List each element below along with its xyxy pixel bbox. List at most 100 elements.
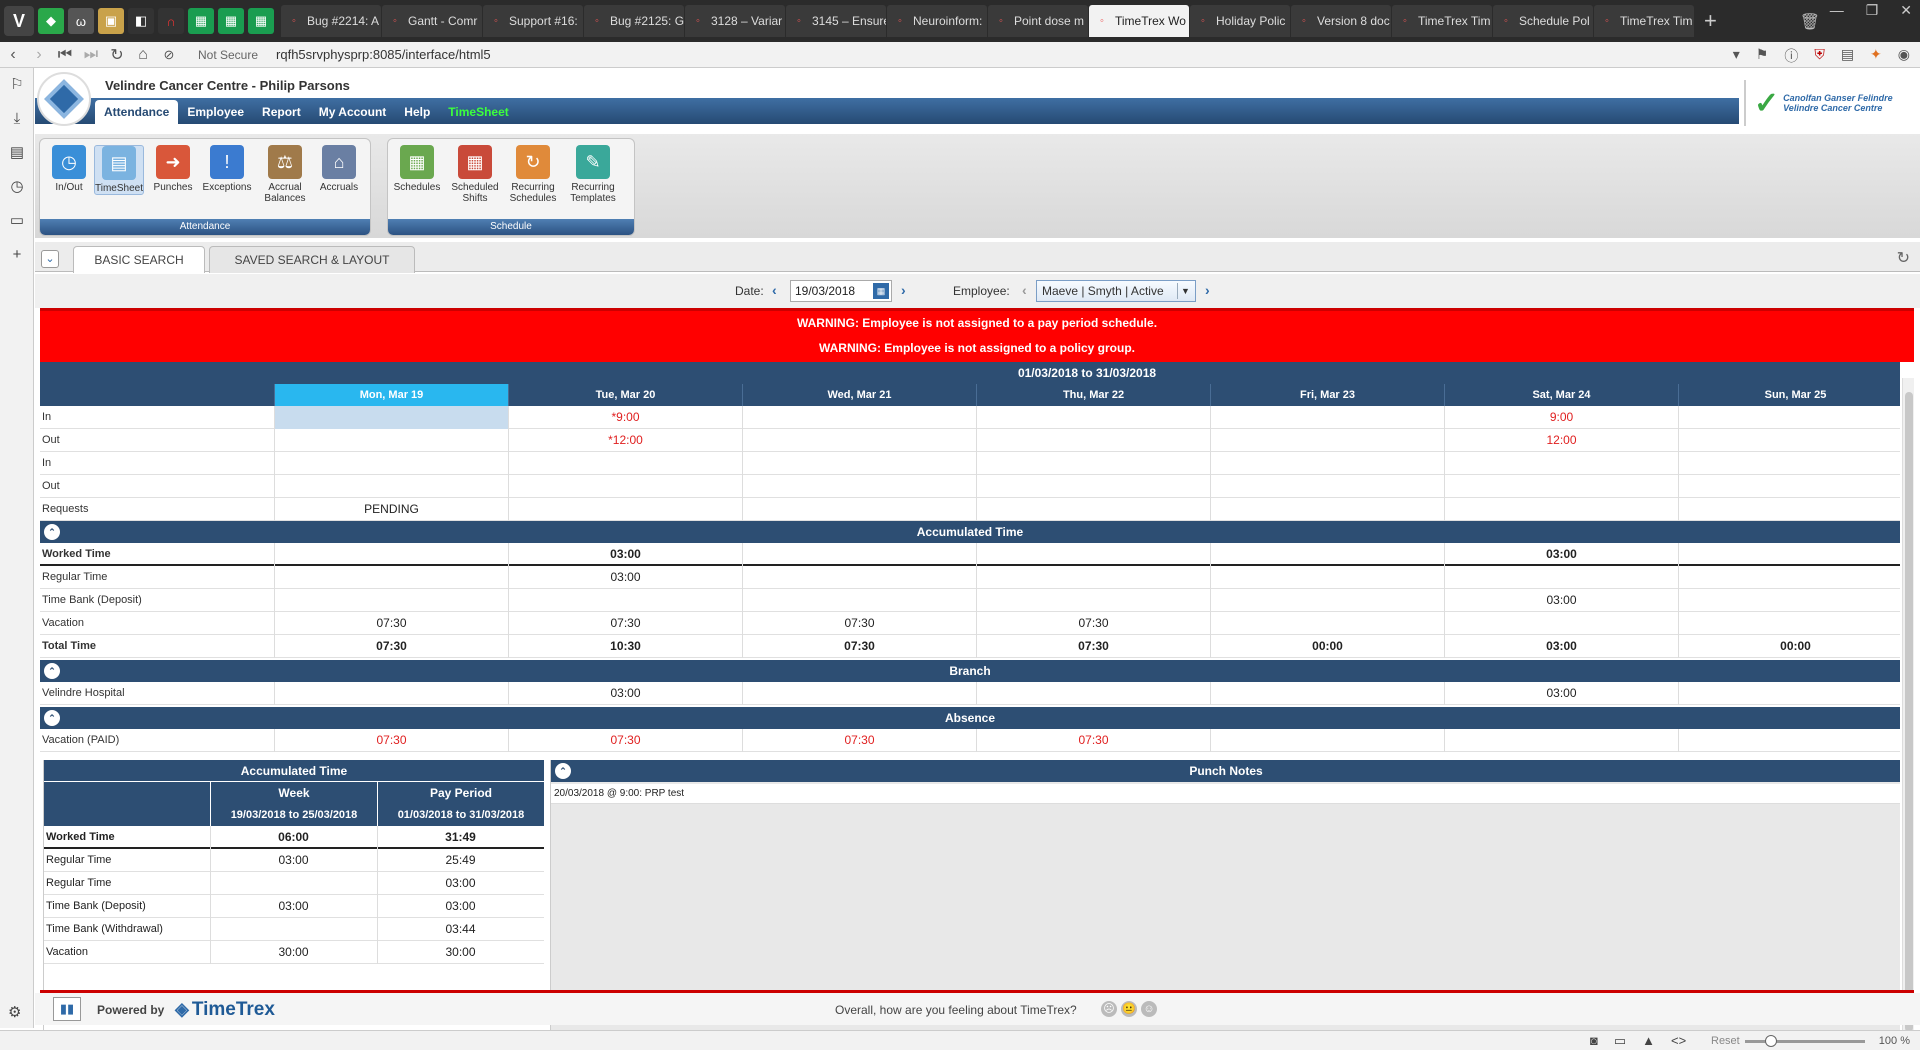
grid-cell[interactable]: [508, 498, 742, 521]
browser-tab[interactable]: ◦ 3128 – Variar: [685, 5, 785, 37]
fast-forward-icon[interactable]: ⏭: [78, 46, 104, 64]
menu-help[interactable]: Help: [395, 100, 439, 124]
zoom-slider-handle[interactable]: [1765, 1035, 1777, 1047]
grid-cell[interactable]: [274, 566, 508, 589]
grid-cell[interactable]: [274, 452, 508, 475]
rewind-icon[interactable]: ⏮: [52, 46, 78, 64]
browser-tab[interactable]: ◦ 3145 – Ensure: [786, 5, 886, 37]
day-column-header[interactable]: Tue, Mar 20: [508, 384, 742, 406]
home-icon[interactable]: ⌂: [130, 46, 156, 64]
pinned-tab-icon[interactable]: ▦: [188, 8, 214, 34]
grid-cell[interactable]: [1678, 429, 1900, 452]
grid-cell[interactable]: 03:00: [508, 543, 742, 566]
notes-panel-icon[interactable]: ▤: [0, 136, 34, 170]
grid-cell[interactable]: [1444, 452, 1678, 475]
grid-cell[interactable]: [1678, 682, 1900, 705]
punches-button[interactable]: ➜ Punches: [148, 145, 198, 193]
grid-cell[interactable]: [976, 452, 1210, 475]
grid-cell[interactable]: 03:00: [1444, 543, 1678, 566]
ublock-icon[interactable]: ⛨: [1814, 46, 1825, 66]
browser-tab[interactable]: ◦ Bug #2214: A: [281, 5, 381, 37]
grid-cell[interactable]: *12:00: [508, 429, 742, 452]
grid-cell[interactable]: [1678, 475, 1900, 498]
grid-cell[interactable]: [1678, 452, 1900, 475]
extension-icon[interactable]: ▤: [1841, 46, 1854, 66]
grid-cell[interactable]: *9:00: [508, 406, 742, 429]
pinned-tab-icon[interactable]: ◆: [38, 8, 64, 34]
grid-cell[interactable]: [1210, 612, 1444, 635]
grid-cell[interactable]: [976, 429, 1210, 452]
timetrex-logo[interactable]: [37, 72, 91, 126]
grid-cell[interactable]: [1444, 612, 1678, 635]
grid-cell[interactable]: 07:30: [742, 729, 976, 752]
grid-cell[interactable]: [976, 475, 1210, 498]
grid-cell[interactable]: 03:00: [508, 682, 742, 705]
history-panel-icon[interactable]: ◷: [0, 170, 34, 204]
day-column-header[interactable]: Sat, Mar 24: [1444, 384, 1678, 406]
pinned-tab-icon[interactable]: ▦: [218, 8, 244, 34]
menu-attendance[interactable]: Attendance: [95, 100, 179, 124]
code-icon[interactable]: <>: [1671, 1033, 1686, 1049]
grid-cell[interactable]: 10:30: [508, 635, 742, 658]
browser-tab[interactable]: ◦ Version 8 doc: [1291, 5, 1391, 37]
grid-cell[interactable]: [1444, 475, 1678, 498]
pinned-tab-icon[interactable]: ∩: [158, 8, 184, 34]
grid-cell[interactable]: 12:00: [1444, 429, 1678, 452]
grid-cell[interactable]: 07:30: [274, 612, 508, 635]
happy-face-icon[interactable]: ☺: [1141, 1001, 1157, 1017]
day-column-header[interactable]: Wed, Mar 21: [742, 384, 976, 406]
collapse-search-icon[interactable]: ⌄: [41, 250, 59, 268]
grid-cell[interactable]: [1678, 543, 1900, 566]
grid-cell[interactable]: [1678, 589, 1900, 612]
grid-cell[interactable]: [1210, 429, 1444, 452]
dropdown-arrow-icon[interactable]: ▾: [1733, 46, 1740, 66]
grid-cell[interactable]: [1678, 729, 1900, 752]
grid-cell[interactable]: 03:00: [1444, 682, 1678, 705]
trash-icon[interactable]: 🗑: [1800, 12, 1820, 32]
grid-cell[interactable]: [274, 429, 508, 452]
grid-cell[interactable]: 07:30: [742, 635, 976, 658]
grid-cell[interactable]: [742, 429, 976, 452]
tab-basic-search[interactable]: BASIC SEARCH: [73, 246, 205, 273]
calendar-icon[interactable]: ▦: [873, 283, 889, 299]
pinned-tab-icon[interactable]: ◧: [128, 8, 154, 34]
grid-cell[interactable]: [274, 589, 508, 612]
grid-cell[interactable]: [508, 475, 742, 498]
grid-cell[interactable]: [742, 406, 976, 429]
close-window-icon[interactable]: ✕: [1900, 2, 1912, 19]
grid-cell[interactable]: [1210, 566, 1444, 589]
grid-cell[interactable]: [1210, 475, 1444, 498]
minimize-icon[interactable]: —: [1830, 2, 1844, 19]
site-info-icon[interactable]: ⊘: [156, 47, 182, 63]
grid-cell[interactable]: [976, 682, 1210, 705]
timesheet-button[interactable]: ▤ TimeSheet: [94, 145, 144, 195]
bookmark-icon[interactable]: ⚑: [1756, 46, 1769, 66]
grid-cell[interactable]: [1210, 498, 1444, 521]
grid-cell[interactable]: [508, 589, 742, 612]
grid-cell[interactable]: [976, 543, 1210, 566]
grid-cell[interactable]: 07:30: [976, 729, 1210, 752]
collapse-up-icon[interactable]: ⌃: [44, 663, 60, 679]
grid-cell[interactable]: [742, 566, 976, 589]
grid-cell[interactable]: 9:00: [1444, 406, 1678, 429]
schedules-button[interactable]: ▦ Schedules: [392, 145, 442, 193]
grid-cell[interactable]: 07:30: [976, 635, 1210, 658]
pinned-tab-icon[interactable]: ω: [68, 8, 94, 34]
browser-tab[interactable]: ◦ TimeTrex Tim: [1392, 5, 1492, 37]
grid-cell[interactable]: [1210, 729, 1444, 752]
grid-cell[interactable]: PENDING: [274, 498, 508, 521]
grid-cell[interactable]: [274, 682, 508, 705]
browser-tab[interactable]: ◦ Gantt - Comr: [382, 5, 482, 37]
chevron-down-icon[interactable]: ▼: [1177, 283, 1193, 299]
scrollbar-thumb[interactable]: [1905, 392, 1913, 1032]
grid-cell[interactable]: [1444, 566, 1678, 589]
menu-current-view[interactable]: TimeSheet: [439, 100, 517, 124]
grid-cell[interactable]: [742, 543, 976, 566]
grid-scrollbar[interactable]: [1902, 378, 1914, 1038]
grid-cell[interactable]: [1210, 543, 1444, 566]
previous-date-icon[interactable]: ‹: [772, 282, 777, 298]
menu-employee[interactable]: Employee: [178, 100, 253, 124]
bookmarks-panel-icon[interactable]: ⚐: [0, 68, 34, 102]
info-icon[interactable]: ⓘ: [1784, 46, 1798, 66]
grid-cell[interactable]: 07:30: [976, 612, 1210, 635]
